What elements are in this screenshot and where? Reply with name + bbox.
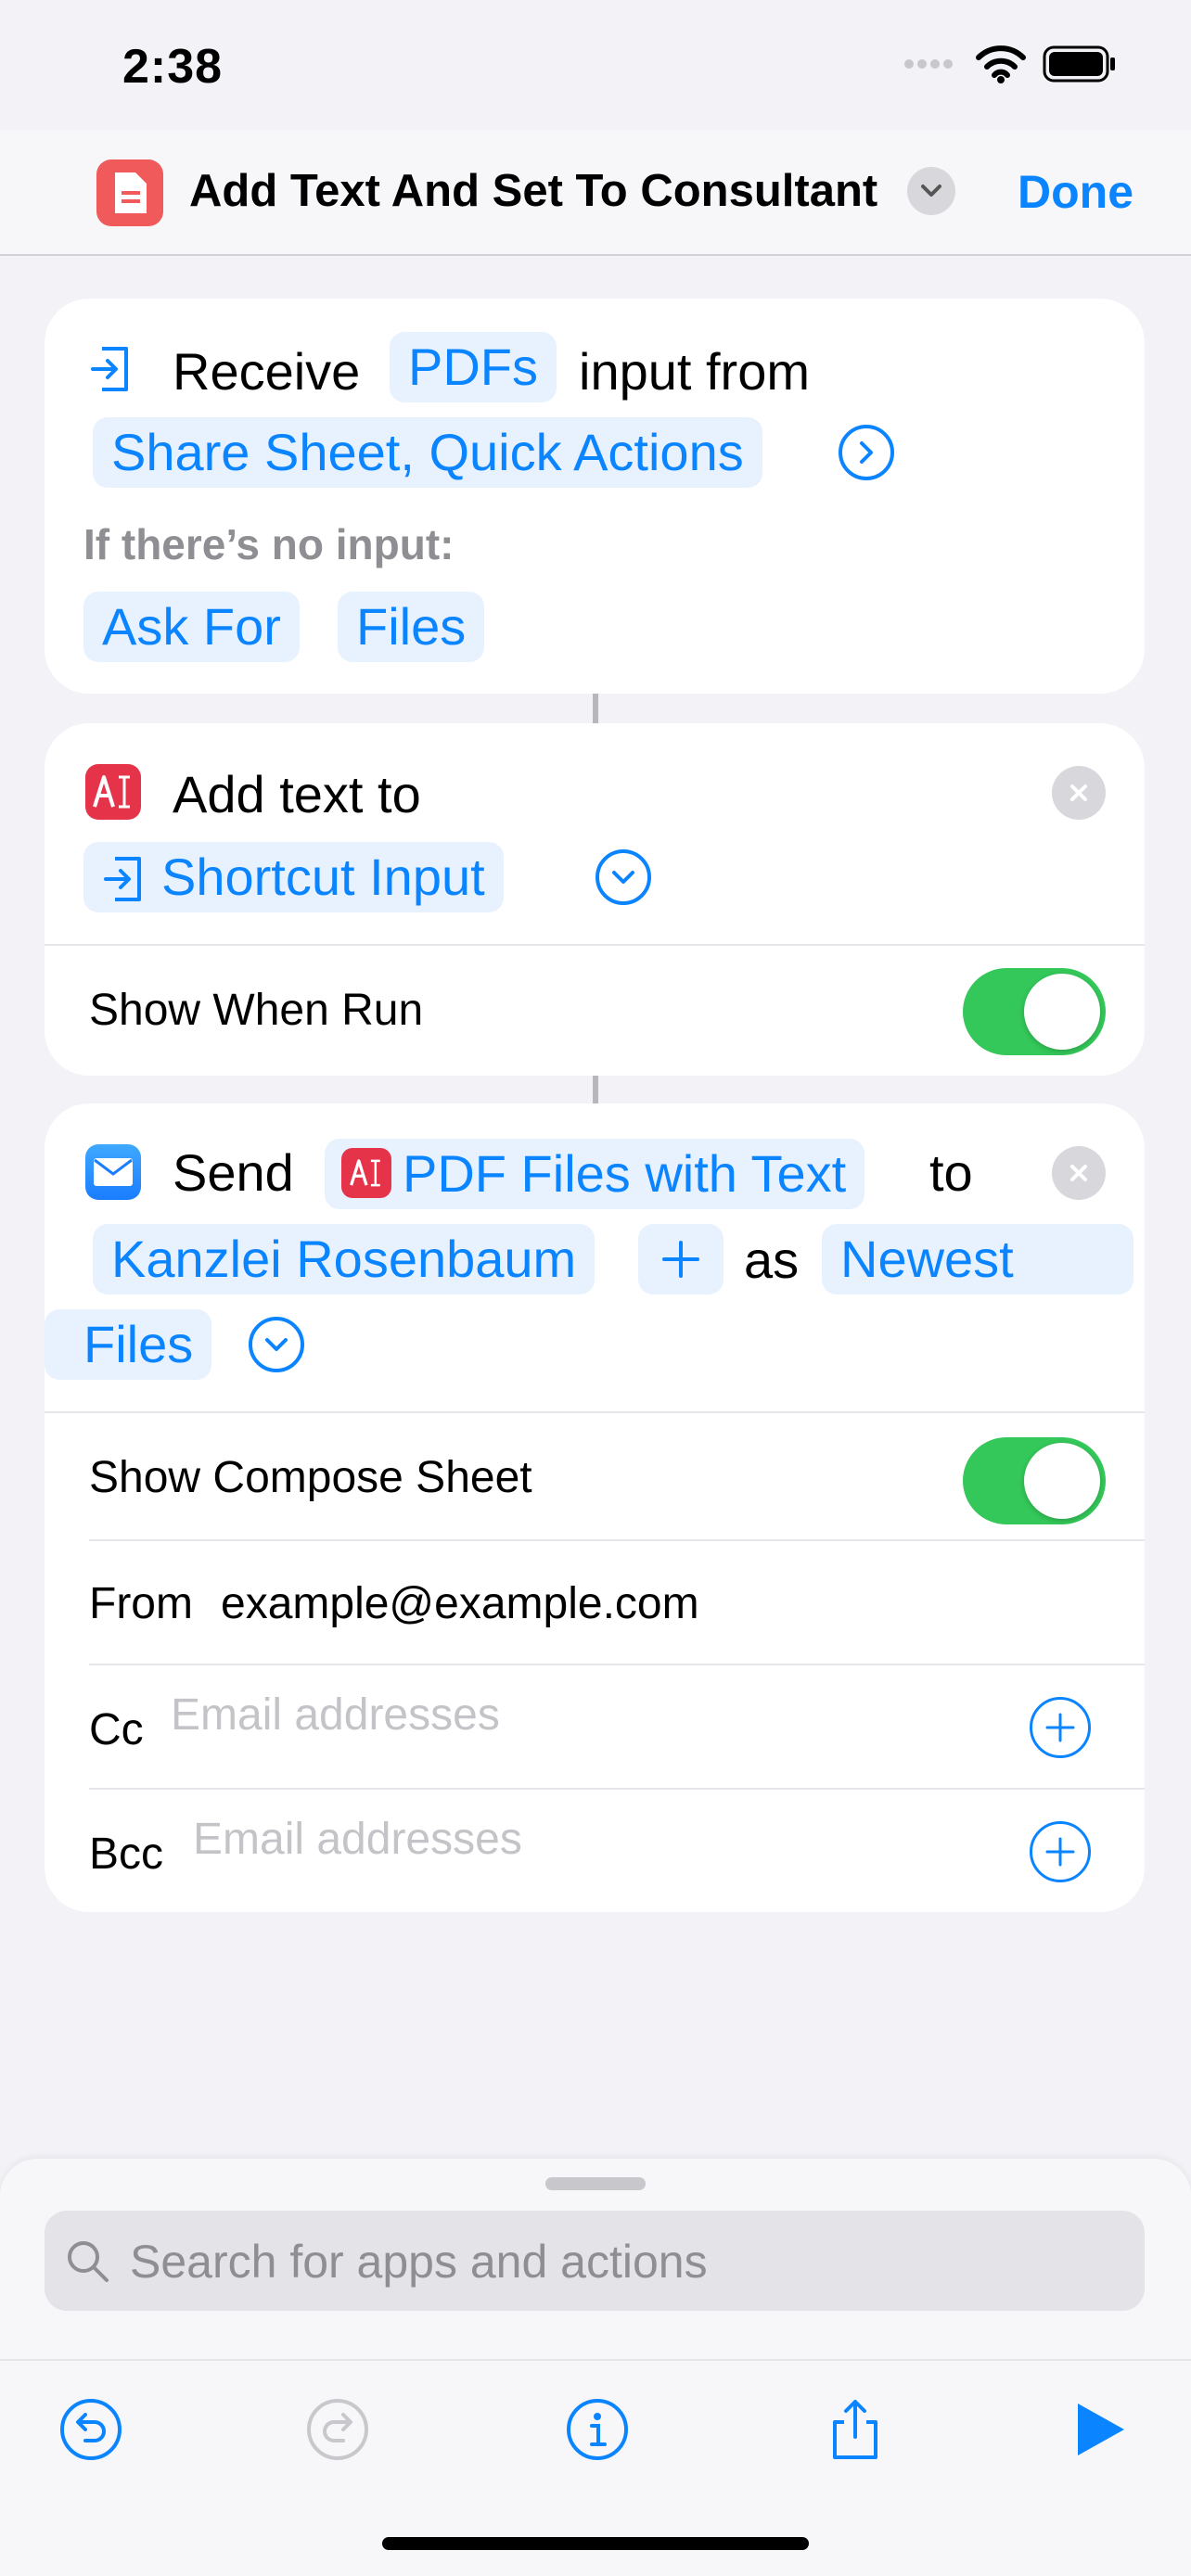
chevron-down-icon	[612, 871, 634, 884]
shortcut-title[interactable]: Add Text And Set To Consultant	[189, 165, 877, 217]
divider	[89, 1539, 1145, 1541]
input-type-token[interactable]: PDFs	[390, 332, 557, 402]
play-icon[interactable]	[1065, 2396, 1132, 2463]
search-input[interactable]: Search for apps and actions	[130, 2235, 708, 2289]
toolbar-divider	[0, 2359, 1191, 2361]
done-button[interactable]: Done	[1018, 165, 1133, 219]
title-menu-button[interactable]	[907, 167, 955, 215]
cellular-icon	[904, 59, 953, 69]
home-indicator	[382, 2537, 809, 2550]
share-icon[interactable]	[822, 2396, 889, 2463]
show-compose-toggle[interactable]	[963, 1437, 1106, 1524]
divider	[45, 1411, 1145, 1413]
close-icon	[1070, 784, 1087, 801]
flow-connector	[593, 1076, 598, 1103]
add-text-label: Add text to	[173, 765, 421, 823]
chevron-down-icon	[921, 185, 941, 197]
send-item-label: PDF Files with Text	[403, 1144, 847, 1203]
battery-icon	[1043, 45, 1115, 83]
add-text-action-card: Add text to Shortcut Input Show When Run	[45, 723, 1145, 1076]
add-bcc-button[interactable]	[1030, 1821, 1091, 1882]
search-bar[interactable]: Search for apps and actions	[45, 2211, 1145, 2311]
no-input-label: If there’s no input:	[83, 520, 455, 568]
status-bar: 2:38	[0, 0, 1191, 130]
search-icon	[68, 2241, 109, 2282]
status-icons	[903, 45, 1117, 83]
receive-label: Receive	[173, 342, 361, 401]
receive-action-card: Receive PDFs input from Share Sheet, Qui…	[45, 299, 1145, 694]
remove-action-button[interactable]	[1052, 766, 1106, 820]
input-icon	[83, 341, 139, 397]
from-account-token-newest[interactable]: Newest	[822, 1224, 1133, 1294]
chevron-down-icon	[265, 1338, 288, 1351]
editor-header: Add Text And Set To Consultant Done	[0, 130, 1191, 256]
show-compose-label: Show Compose Sheet	[89, 1453, 532, 1502]
remove-action-button[interactable]	[1052, 1146, 1106, 1200]
document-icon	[115, 172, 147, 213]
close-icon	[1070, 1165, 1087, 1181]
text-cursor-icon	[341, 1148, 391, 1198]
no-input-action-token[interactable]: Ask For	[83, 592, 300, 662]
undo-icon[interactable]	[58, 2396, 124, 2463]
options-button[interactable]	[249, 1317, 304, 1372]
target-token[interactable]: Shortcut Input	[83, 842, 504, 912]
flow-connector	[593, 694, 598, 723]
wifi-icon	[976, 45, 1026, 83]
no-input-type-token[interactable]: Files	[338, 592, 485, 662]
divider	[89, 1788, 1145, 1790]
send-action-card: Send PDF Files with Text to Kanzlei Rose…	[45, 1103, 1145, 1912]
mail-icon	[85, 1144, 141, 1200]
plus-icon	[662, 1241, 699, 1278]
show-when-run-label: Show When Run	[89, 986, 424, 1035]
from-value[interactable]: example@example.com	[221, 1578, 699, 1629]
shortcut-icon[interactable]	[96, 159, 163, 226]
actions-sheet: Search for apps and actions	[0, 2159, 1191, 2576]
cc-label: Cc	[89, 1705, 144, 1754]
redo-icon[interactable]	[304, 2396, 371, 2463]
to-label: to	[929, 1143, 973, 1202]
status-time: 2:38	[122, 40, 224, 94]
input-source-token[interactable]: Share Sheet, Quick Actions	[93, 417, 762, 488]
show-when-run-toggle[interactable]	[963, 968, 1106, 1055]
divider	[45, 944, 1145, 946]
plus-icon	[1045, 1837, 1075, 1867]
chevron-right-icon	[860, 441, 873, 464]
recipient-token[interactable]: Kanzlei Rosenbaum	[93, 1224, 596, 1294]
from-account-token-files[interactable]: Files	[45, 1309, 212, 1380]
send-label: Send	[173, 1143, 294, 1202]
sheet-grabber[interactable]	[545, 2177, 646, 2190]
divider	[89, 1664, 1145, 1665]
bcc-input[interactable]: Email addresses	[193, 1814, 522, 1865]
add-recipient-button[interactable]	[638, 1224, 724, 1294]
target-token-label: Shortcut Input	[161, 848, 485, 906]
cc-input[interactable]: Email addresses	[171, 1690, 500, 1741]
add-cc-button[interactable]	[1030, 1697, 1091, 1758]
input-from-label: input from	[579, 342, 810, 401]
bcc-label: Bcc	[89, 1830, 164, 1879]
from-label: From	[89, 1579, 193, 1628]
expand-button[interactable]	[839, 425, 894, 480]
send-item-token[interactable]: PDF Files with Text	[325, 1139, 865, 1209]
info-icon[interactable]	[564, 2396, 631, 2463]
as-label: as	[744, 1231, 800, 1289]
options-button[interactable]	[596, 849, 651, 905]
text-cursor-icon	[85, 764, 141, 820]
input-icon	[104, 857, 141, 901]
plus-icon	[1045, 1713, 1075, 1742]
